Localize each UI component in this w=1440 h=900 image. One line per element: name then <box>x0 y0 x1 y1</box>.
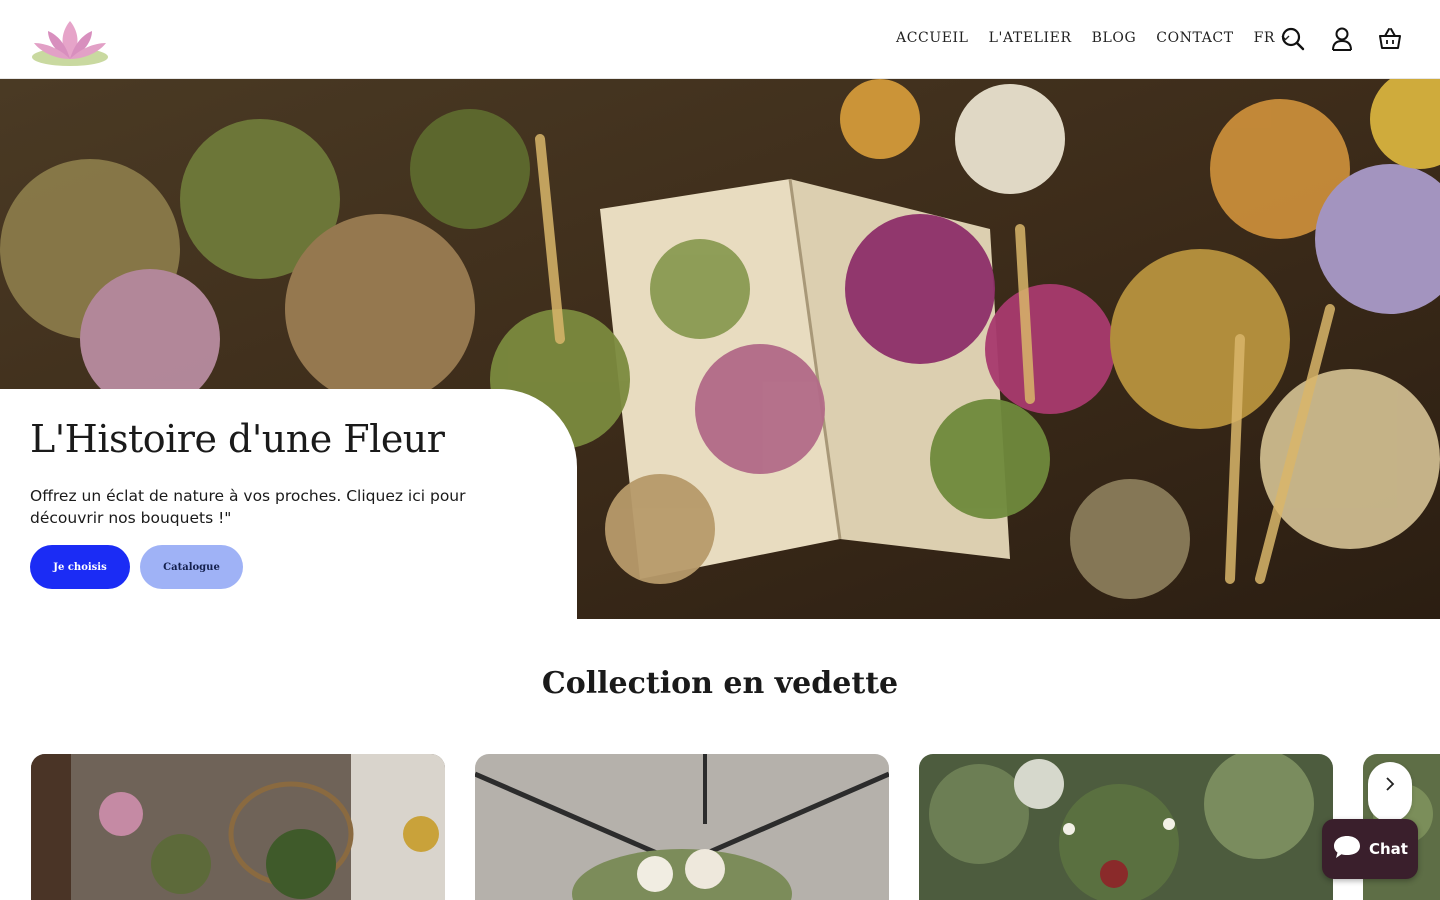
lotus-logo-icon[interactable] <box>30 15 110 67</box>
carousel-next-button[interactable] <box>1368 762 1412 822</box>
main-nav: ACCUEIL L'ATELIER BLOG CONTACT FR <box>896 30 1290 46</box>
site-header: ACCUEIL L'ATELIER BLOG CONTACT FR <box>0 0 1440 79</box>
chat-widget-button[interactable]: Chat <box>1322 819 1418 879</box>
nav-blog[interactable]: BLOG <box>1092 30 1137 46</box>
chat-label: Chat <box>1369 840 1408 858</box>
product-card[interactable] <box>31 754 445 900</box>
account-icon[interactable] <box>1329 26 1355 52</box>
search-icon[interactable] <box>1280 26 1306 52</box>
hero-title: L'Histoire d'une Fleur <box>30 417 445 461</box>
hero-subtitle: Offrez un éclat de nature à vos proches.… <box>30 487 466 527</box>
chevron-right-icon <box>1385 776 1395 795</box>
featured-collection-title: Collection en vedette <box>541 666 899 701</box>
product-image <box>475 754 889 900</box>
nav-accueil[interactable]: ACCUEIL <box>896 30 969 46</box>
nav-atelier[interactable]: L'ATELIER <box>989 30 1072 46</box>
product-card[interactable] <box>475 754 889 900</box>
language-label: FR <box>1253 30 1275 46</box>
chat-bubble-icon <box>1332 834 1362 864</box>
product-card[interactable] <box>919 754 1333 900</box>
nav-contact[interactable]: CONTACT <box>1156 30 1233 46</box>
hero-content-card: L'Histoire d'une Fleur Offrez un éclat d… <box>0 389 577 619</box>
je-choisis-button[interactable]: Je choisis <box>30 545 130 589</box>
cart-icon[interactable] <box>1377 26 1403 52</box>
hero-banner: L'Histoire d'une Fleur Offrez un éclat d… <box>0 79 1440 619</box>
product-image <box>31 754 445 900</box>
catalogue-button[interactable]: Catalogue <box>140 545 243 589</box>
product-image <box>919 754 1333 900</box>
